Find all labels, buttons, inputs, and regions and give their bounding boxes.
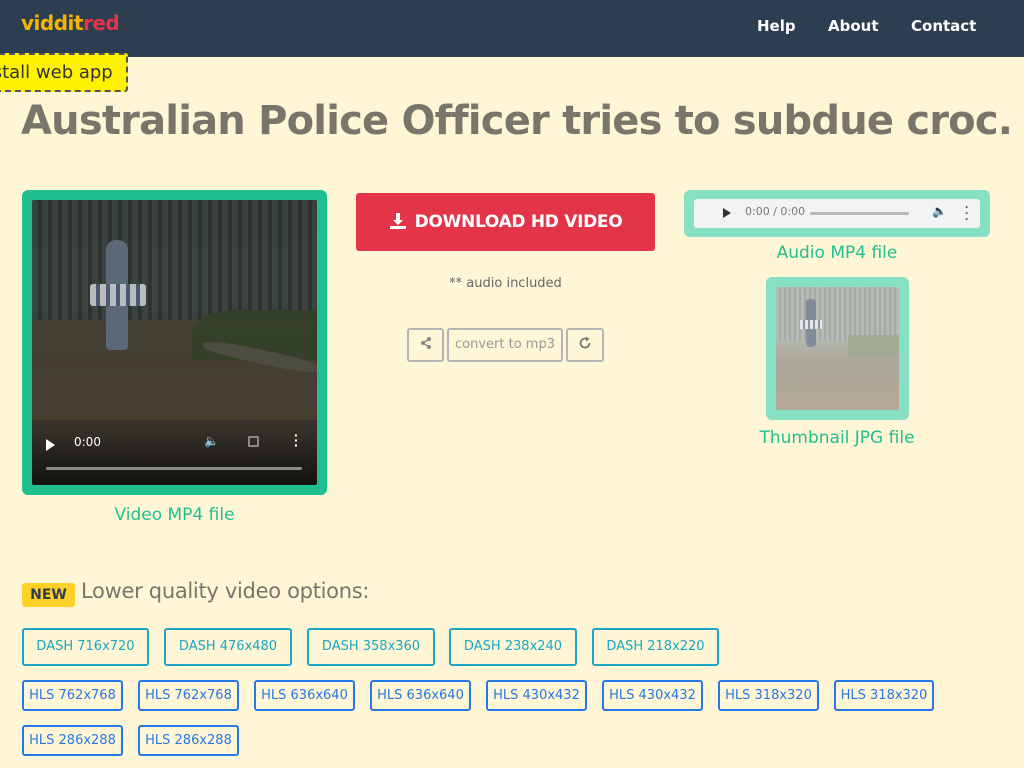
hls-option[interactable]: HLS 318x320 <box>834 680 934 711</box>
hls-option[interactable]: HLS 430x432 <box>602 680 703 711</box>
nav-contact[interactable]: Contact <box>911 17 976 35</box>
audio-more-icon[interactable]: · · · <box>965 201 969 225</box>
video-progress-bar[interactable] <box>46 467 302 470</box>
dash-option[interactable]: DASH 238x240 <box>449 628 577 666</box>
thumbnail-image[interactable] <box>776 287 899 410</box>
hls-option[interactable]: HLS 430x432 <box>486 680 587 711</box>
thumb-scene-towel <box>800 320 822 329</box>
share-icon <box>420 337 431 349</box>
video-caption[interactable]: Video MP4 file <box>22 505 327 525</box>
hls-option[interactable]: HLS 318x320 <box>718 680 819 711</box>
audio-progress-bar[interactable] <box>810 212 909 215</box>
share-button[interactable] <box>407 328 444 362</box>
dash-option[interactable]: DASH 358x360 <box>307 628 435 666</box>
download-label: DOWNLOAD HD VIDEO <box>414 212 623 232</box>
dash-option[interactable]: DASH 218x220 <box>592 628 719 666</box>
fullscreen-icon[interactable] <box>248 436 259 447</box>
thumb-scene-grass <box>848 335 899 357</box>
options-title: Lower quality video options: <box>81 579 370 603</box>
hls-option[interactable]: HLS 762x768 <box>138 680 239 711</box>
dash-option[interactable]: DASH 716x720 <box>22 628 149 666</box>
dash-option[interactable]: DASH 476x480 <box>164 628 292 666</box>
video-frame: 0:00 🔈 · · · <box>22 190 327 495</box>
hls-option[interactable]: HLS 286x288 <box>138 725 239 756</box>
new-badge: NEW <box>22 583 75 607</box>
refresh-icon <box>579 336 591 349</box>
audio-note: ** audio included <box>449 276 562 291</box>
audio-caption[interactable]: Audio MP4 file <box>684 243 990 263</box>
video-scene-towel <box>90 284 146 306</box>
play-icon[interactable] <box>46 439 55 451</box>
thumbnail-frame[interactable] <box>766 277 909 420</box>
audio-player[interactable]: 0:00 / 0:00 🔈 · · · <box>694 199 980 228</box>
audio-time: 0:00 / 0:00 <box>745 205 806 218</box>
nav-help[interactable]: Help <box>757 17 796 35</box>
more-icon[interactable]: · · · <box>294 428 299 452</box>
audio-volume-icon[interactable]: 🔈 <box>932 204 947 218</box>
install-web-app-button[interactable]: Install web app <box>0 53 128 92</box>
install-label: Install web app <box>0 62 113 83</box>
site-logo[interactable]: vidditred <box>21 11 120 35</box>
thumbnail-caption[interactable]: Thumbnail JPG file <box>684 428 990 448</box>
hls-option[interactable]: HLS 636x640 <box>370 680 471 711</box>
hls-option[interactable]: HLS 762x768 <box>22 680 123 711</box>
volume-icon[interactable]: 🔈 <box>204 434 219 448</box>
video-time: 0:00 <box>74 435 101 449</box>
video-player[interactable]: 0:00 🔈 · · · <box>32 200 317 485</box>
hls-option[interactable]: HLS 636x640 <box>254 680 355 711</box>
audio-play-icon[interactable] <box>723 208 731 218</box>
logo-part2: red <box>82 11 120 35</box>
video-scene-fence <box>32 200 317 320</box>
download-hd-button[interactable]: DOWNLOAD HD VIDEO <box>356 193 655 251</box>
navbar: vidditred Help About Contact <box>0 0 1024 57</box>
refresh-button[interactable] <box>566 328 604 362</box>
video-controls: 0:00 🔈 · · · <box>32 428 317 485</box>
convert-to-mp3-button[interactable]: convert to mp3 <box>447 328 563 362</box>
logo-part1: viddit <box>21 11 83 35</box>
page-title: Australian Police Officer tries to subdu… <box>21 98 1011 144</box>
audio-frame: 0:00 / 0:00 🔈 · · · <box>684 190 990 237</box>
hls-option[interactable]: HLS 286x288 <box>22 725 123 756</box>
thumb-scene-fence <box>776 287 899 341</box>
nav-about[interactable]: About <box>828 17 879 35</box>
download-icon <box>389 213 406 229</box>
